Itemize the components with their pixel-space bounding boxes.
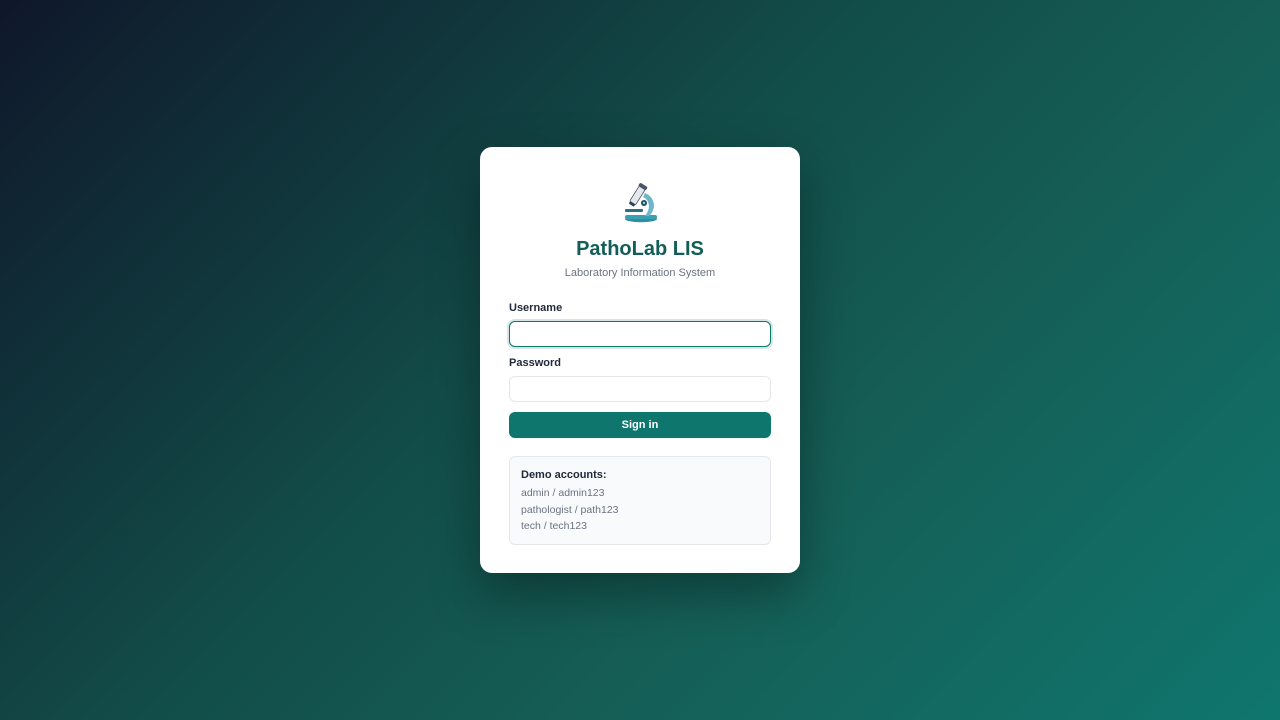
username-label: Username — [509, 302, 563, 314]
demo-account-pathologist: pathologist / path123 — [521, 503, 619, 516]
demo-account-admin: admin / admin123 — [521, 487, 605, 499]
logo — [480, 181, 800, 223]
password-label: Password — [509, 357, 561, 369]
password-input[interactable] — [509, 376, 771, 402]
username-input[interactable] — [509, 321, 771, 347]
demo-account-tech: tech / tech123 — [521, 520, 587, 532]
page-title: PathoLab LIS — [576, 238, 704, 260]
sign-in-button[interactable]: Sign in — [509, 412, 771, 438]
page-subtitle: Laboratory Information System — [564, 267, 716, 279]
demo-accounts-box: Demo accounts: admin / admin123 patholog… — [509, 456, 771, 545]
microscope-icon — [625, 183, 657, 223]
demo-accounts-title: Demo accounts: — [521, 469, 607, 481]
login-card: PathoLab LIS Laboratory Information Syst… — [480, 147, 800, 573]
